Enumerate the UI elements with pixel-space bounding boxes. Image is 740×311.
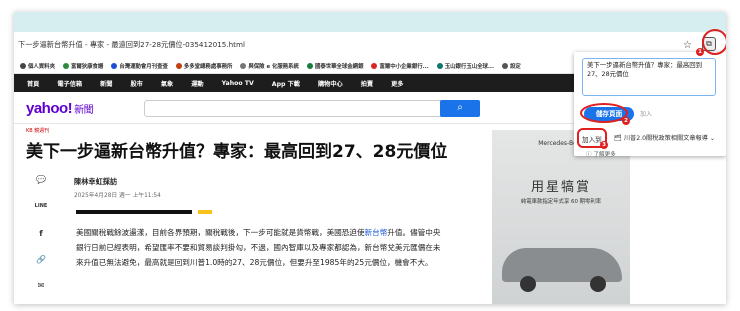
- divider-bar: [76, 210, 192, 214]
- facebook-share-icon[interactable]: f: [34, 229, 48, 238]
- nav-mail[interactable]: 電子信箱: [48, 79, 91, 88]
- yahoo-logo[interactable]: yahoo! 新聞: [26, 100, 94, 117]
- highlight-ring: [702, 29, 726, 55]
- info-icon: ⓘ: [586, 152, 592, 158]
- collection-dropdown[interactable]: 🗂 川普2.0關稅政策相關文章報導 ⌄: [614, 133, 715, 142]
- source-logo: KB 鏡週刊: [26, 128, 50, 134]
- email-share-icon[interactable]: ✉: [34, 281, 48, 290]
- step-badge: 2: [622, 117, 630, 125]
- tag-link[interactable]: 新台幣: [365, 228, 388, 237]
- page-title-field[interactable]: 美下一步逼新台幣升值？專家：最高回到27、28元價位: [582, 58, 716, 96]
- ad-subtext: 純電車款指定年式享 60 期零利率: [520, 199, 602, 205]
- ghost-label: 加入: [640, 111, 653, 118]
- publish-date: 2025年4月28日 週一 上午11:54: [74, 193, 161, 199]
- bookmark-item[interactable]: 多多堂總務處事務所: [175, 62, 232, 70]
- divider-accent: [198, 210, 212, 214]
- nav-weather[interactable]: 氣象: [152, 79, 182, 88]
- bookmark-item[interactable]: 設定: [502, 62, 521, 70]
- bookmark-item[interactable]: 富爾中小企業銀行...: [371, 62, 429, 70]
- nav-tv[interactable]: Yahoo TV: [213, 80, 263, 87]
- article-body: 美國關稅戰餘波盪漾，目前各界預期，關稅戰後，下一步可能就是貨幣戰，美國恐迫使新台…: [76, 228, 441, 267]
- car-wheel: [590, 276, 606, 292]
- step-badge: 3: [600, 141, 608, 149]
- nav-news[interactable]: 新聞: [91, 79, 121, 88]
- comment-icon[interactable]: 💬: [34, 175, 48, 184]
- search-button[interactable]: ⌕: [440, 100, 480, 117]
- nav-stock[interactable]: 股市: [122, 79, 152, 88]
- bookmark-item[interactable]: 富爾狄康食譜: [62, 62, 103, 70]
- bookmark-star-icon[interactable]: ☆: [683, 40, 692, 51]
- bookmark-item[interactable]: 玉山銀行玉山全球...: [436, 62, 494, 70]
- bookmark-item[interactable]: 台灣運動會月刊查查: [111, 62, 168, 70]
- bookmark-item[interactable]: 個人資料夾: [20, 62, 55, 70]
- copy-link-icon[interactable]: 🔗: [34, 255, 48, 264]
- nav-mall[interactable]: 購物中心: [309, 79, 352, 88]
- author-name[interactable]: 陳林幸虹採訪: [74, 177, 117, 187]
- chevron-down-icon: ⌄: [709, 135, 716, 142]
- step-badge: 1: [696, 48, 704, 56]
- nav-more[interactable]: 更多: [382, 79, 412, 88]
- ad-headline: 用星犒賞: [530, 180, 591, 195]
- line-share-icon[interactable]: LINE: [34, 203, 48, 209]
- folder-icon: 🗂: [614, 135, 622, 142]
- nav-auction[interactable]: 拍賣: [352, 79, 382, 88]
- learn-more-link[interactable]: ⓘ 了解更多: [586, 150, 616, 158]
- highlight-ring: [580, 103, 628, 123]
- nav-home[interactable]: 首頁: [18, 79, 48, 88]
- search-input[interactable]: [144, 100, 444, 117]
- nav-app[interactable]: App 下載: [263, 79, 309, 88]
- search-icon: ⌕: [457, 102, 463, 113]
- bookmark-item[interactable]: 與保險 e 化服務系統: [240, 62, 299, 70]
- url-text[interactable]: 下一步逼新台幣升值 - 專家 - 最遠回到27-28元價位-035412015.…: [18, 40, 726, 50]
- article: KB 鏡週刊 美下一步逼新台幣升值？專家：最高回到27、28元價位 💬 LINE…: [14, 125, 484, 304]
- car-wheel: [520, 276, 536, 292]
- car-image: [502, 248, 622, 282]
- browser-window: 下一步逼新台幣升值 - 專家 - 最遠回到27-28元價位-035412015.…: [14, 12, 726, 304]
- bookmark-item[interactable]: 國泰世華全球金網銀: [306, 62, 363, 70]
- nav-sports[interactable]: 運動: [182, 79, 212, 88]
- article-title: 美下一步逼新台幣升值？專家：最高回到27、28元價位: [26, 142, 448, 162]
- tab-strip: [14, 12, 726, 32]
